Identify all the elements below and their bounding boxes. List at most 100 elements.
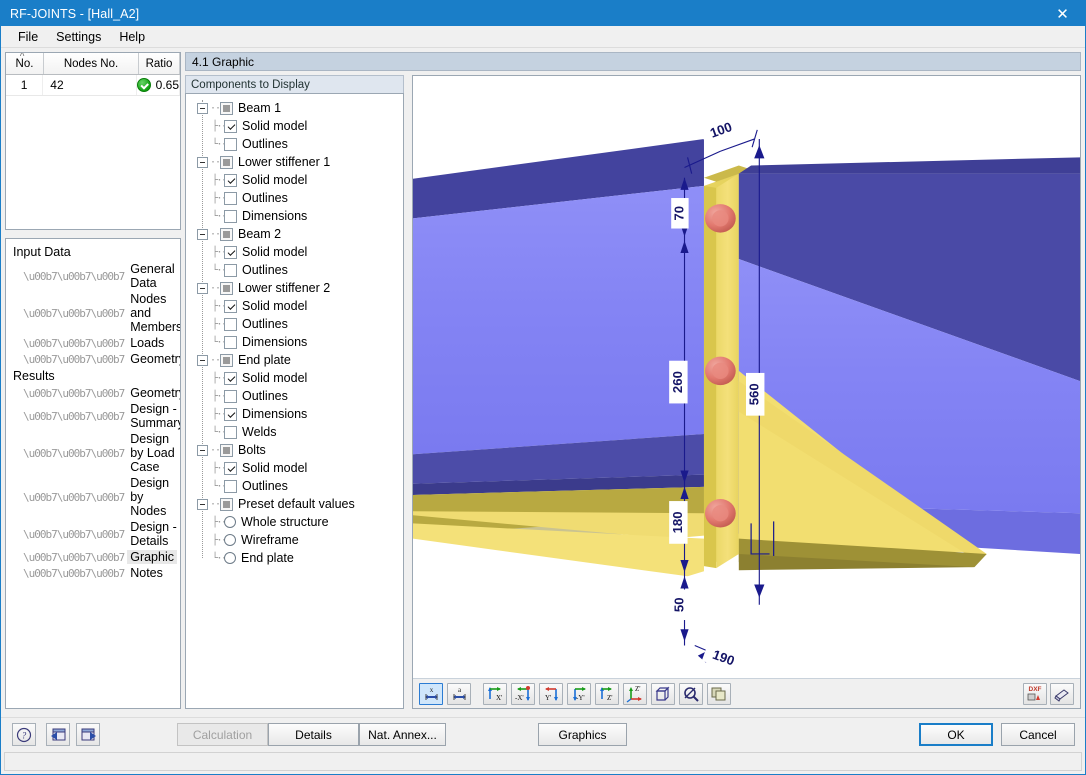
tristate-checkbox[interactable] xyxy=(220,497,233,511)
nav-item-loads[interactable]: \u00b7\u00b7\u00b7 Loads xyxy=(20,335,180,351)
tree-child-lower-stiffener-1-solid-model[interactable]: ├·· Solid model xyxy=(190,171,403,189)
radio-end-plate[interactable] xyxy=(224,552,236,564)
tristate-checkbox[interactable] xyxy=(220,353,233,367)
tristate-checkbox[interactable] xyxy=(220,227,233,241)
tree-node-lower-stiffener-1[interactable]: ·· Lower stiffener 1 xyxy=(190,153,403,171)
zoom-x-fit-icon[interactable]: x xyxy=(419,682,443,705)
view-x-positive-icon[interactable]: X' xyxy=(483,682,507,705)
tree-node-lower-stiffener-2[interactable]: ·· Lower stiffener 2 xyxy=(190,279,403,297)
collapse-expander-icon[interactable] xyxy=(197,156,208,168)
collapse-expander-icon[interactable] xyxy=(197,282,208,294)
menu-item-file[interactable]: File xyxy=(9,28,47,46)
tree-child-preset-default-values-wireframe[interactable]: ├·· Wireframe xyxy=(190,531,403,549)
tree-child-lower-stiffener-1-dimensions[interactable]: └·· Dimensions xyxy=(190,207,403,225)
nat-annex-button[interactable]: Nat. Annex... xyxy=(359,723,446,746)
tree-child-bolts-outlines[interactable]: └·· Outlines xyxy=(190,477,403,495)
tristate-checkbox[interactable] xyxy=(220,443,233,457)
nav-item-graphic[interactable]: \u00b7\u00b7\u00b7 Graphic xyxy=(20,549,180,565)
checkbox-dimensions[interactable] xyxy=(224,407,237,421)
tree-child-beam-1-outlines[interactable]: └·· Outlines xyxy=(190,135,403,153)
checkbox-welds[interactable] xyxy=(224,425,237,439)
tree-child-lower-stiffener-1-outlines[interactable]: ├·· Outlines xyxy=(190,189,403,207)
checkbox-solid-model[interactable] xyxy=(224,371,237,385)
tree-child-end-plate-solid-model[interactable]: ├·· Solid model xyxy=(190,369,403,387)
tristate-checkbox[interactable] xyxy=(220,155,233,169)
details-button[interactable]: Details xyxy=(268,723,359,746)
nav-item-design-summary[interactable]: \u00b7\u00b7\u00b7 Design - Summary xyxy=(20,401,180,431)
tree-child-beam-2-outlines[interactable]: └·· Outlines xyxy=(190,261,403,279)
tristate-checkbox[interactable] xyxy=(220,101,233,115)
radio-wireframe[interactable] xyxy=(224,534,236,546)
tree-child-end-plate-welds[interactable]: └·· Welds xyxy=(190,423,403,441)
nav-item-notes[interactable]: \u00b7\u00b7\u00b7 Notes xyxy=(20,565,180,581)
graphic-viewport[interactable]: 70 260 180 50 560 100 190 xyxy=(413,76,1080,678)
nav-item-design-details[interactable]: \u00b7\u00b7\u00b7 Design - Details xyxy=(20,519,180,549)
tree-node-preset-default-values[interactable]: ·· Preset default values xyxy=(190,495,403,513)
nav-item-general-data[interactable]: \u00b7\u00b7\u00b7 General Data xyxy=(20,261,180,291)
tree-node-end-plate[interactable]: ·· End plate xyxy=(190,351,403,369)
tree-child-end-plate-outlines[interactable]: ├·· Outlines xyxy=(190,387,403,405)
collapse-expander-icon[interactable] xyxy=(197,228,208,240)
nav-item-design-by-nodes[interactable]: \u00b7\u00b7\u00b7 Design by Nodes xyxy=(20,475,180,519)
help-button[interactable]: ? xyxy=(12,723,36,746)
tree-child-bolts-solid-model[interactable]: ├·· Solid model xyxy=(190,459,403,477)
tree-child-beam-1-solid-model[interactable]: ├·· Solid model xyxy=(190,117,403,135)
checkbox-outlines[interactable] xyxy=(224,479,237,493)
view-cube-icon[interactable] xyxy=(651,682,675,705)
zoom-magnifier-icon[interactable] xyxy=(679,682,703,705)
column-header-no[interactable]: ˄ No. xyxy=(6,53,44,74)
zoom-a-fit-icon[interactable]: a xyxy=(447,682,471,705)
view-y-positive-icon[interactable]: Y' xyxy=(539,682,563,705)
tree-child-lower-stiffener-2-dimensions[interactable]: └·· Dimensions xyxy=(190,333,403,351)
tree-node-bolts[interactable]: ·· Bolts xyxy=(190,441,403,459)
checkbox-outlines[interactable] xyxy=(224,263,237,277)
close-icon[interactable]: ✕ xyxy=(1040,1,1085,26)
checkbox-outlines[interactable] xyxy=(224,389,237,403)
calculation-button[interactable]: Calculation xyxy=(177,723,268,746)
checkbox-solid-model[interactable] xyxy=(224,119,237,133)
column-header-nodes-no[interactable]: Nodes No. xyxy=(44,53,139,74)
view-z-positive-icon[interactable]: Z' xyxy=(595,682,619,705)
tree-child-preset-default-values-whole-structure[interactable]: ├·· Whole structure xyxy=(190,513,403,531)
radio-whole-structure[interactable] xyxy=(224,516,236,528)
tree-child-preset-default-values-end-plate[interactable]: └·· End plate xyxy=(190,549,403,567)
checkbox-solid-model[interactable] xyxy=(224,461,237,475)
menu-item-settings[interactable]: Settings xyxy=(47,28,110,46)
nav-item-geometry-input[interactable]: \u00b7\u00b7\u00b7 Geometry xyxy=(20,351,180,367)
view-x-negative-icon[interactable]: -X' xyxy=(511,682,535,705)
checkbox-outlines[interactable] xyxy=(224,191,237,205)
nav-item-nodes-and-members[interactable]: \u00b7\u00b7\u00b7 Nodes and Members xyxy=(20,291,180,335)
ok-button[interactable]: OK xyxy=(919,723,993,746)
previous-button[interactable] xyxy=(46,723,70,746)
collapse-expander-icon[interactable] xyxy=(197,102,208,114)
checkbox-outlines[interactable] xyxy=(224,317,237,331)
collapse-expander-icon[interactable] xyxy=(197,498,208,510)
checkbox-solid-model[interactable] xyxy=(224,173,237,187)
menu-item-help[interactable]: Help xyxy=(110,28,154,46)
nav-item-geometry-results[interactable]: \u00b7\u00b7\u00b7 Geometry xyxy=(20,385,180,401)
tree-node-beam-2[interactable]: ·· Beam 2 xyxy=(190,225,403,243)
print-icon[interactable] xyxy=(1050,682,1074,705)
checkbox-outlines[interactable] xyxy=(224,137,237,151)
tristate-checkbox[interactable] xyxy=(220,281,233,295)
tree-child-end-plate-dimensions[interactable]: ├·· Dimensions xyxy=(190,405,403,423)
checkbox-dimensions[interactable] xyxy=(224,335,237,349)
collapse-expander-icon[interactable] xyxy=(197,354,208,366)
tree-node-beam-1[interactable]: ·· Beam 1 xyxy=(190,99,403,117)
table-row[interactable]: 1 42 0.65 xyxy=(6,75,180,96)
graphics-button[interactable]: Graphics xyxy=(538,723,627,746)
next-button[interactable] xyxy=(76,723,100,746)
tree-child-lower-stiffener-2-outlines[interactable]: ├·· Outlines xyxy=(190,315,403,333)
column-header-ratio[interactable]: Ratio xyxy=(139,53,180,74)
checkbox-dimensions[interactable] xyxy=(224,209,237,223)
view-isometric-axes-icon[interactable]: Z' xyxy=(623,682,647,705)
checkbox-solid-model[interactable] xyxy=(224,245,237,259)
checkbox-solid-model[interactable] xyxy=(224,299,237,313)
dxf-export-icon[interactable]: DXF xyxy=(1023,682,1047,705)
tree-child-beam-2-solid-model[interactable]: ├·· Solid model xyxy=(190,243,403,261)
nav-item-design-by-load-case[interactable]: \u00b7\u00b7\u00b7 Design by Load Case xyxy=(20,431,180,475)
window-copy-icon[interactable] xyxy=(707,682,731,705)
tree-child-lower-stiffener-2-solid-model[interactable]: ├·· Solid model xyxy=(190,297,403,315)
view-y-negative-icon[interactable]: -Y' xyxy=(567,682,591,705)
cancel-button[interactable]: Cancel xyxy=(1001,723,1075,746)
